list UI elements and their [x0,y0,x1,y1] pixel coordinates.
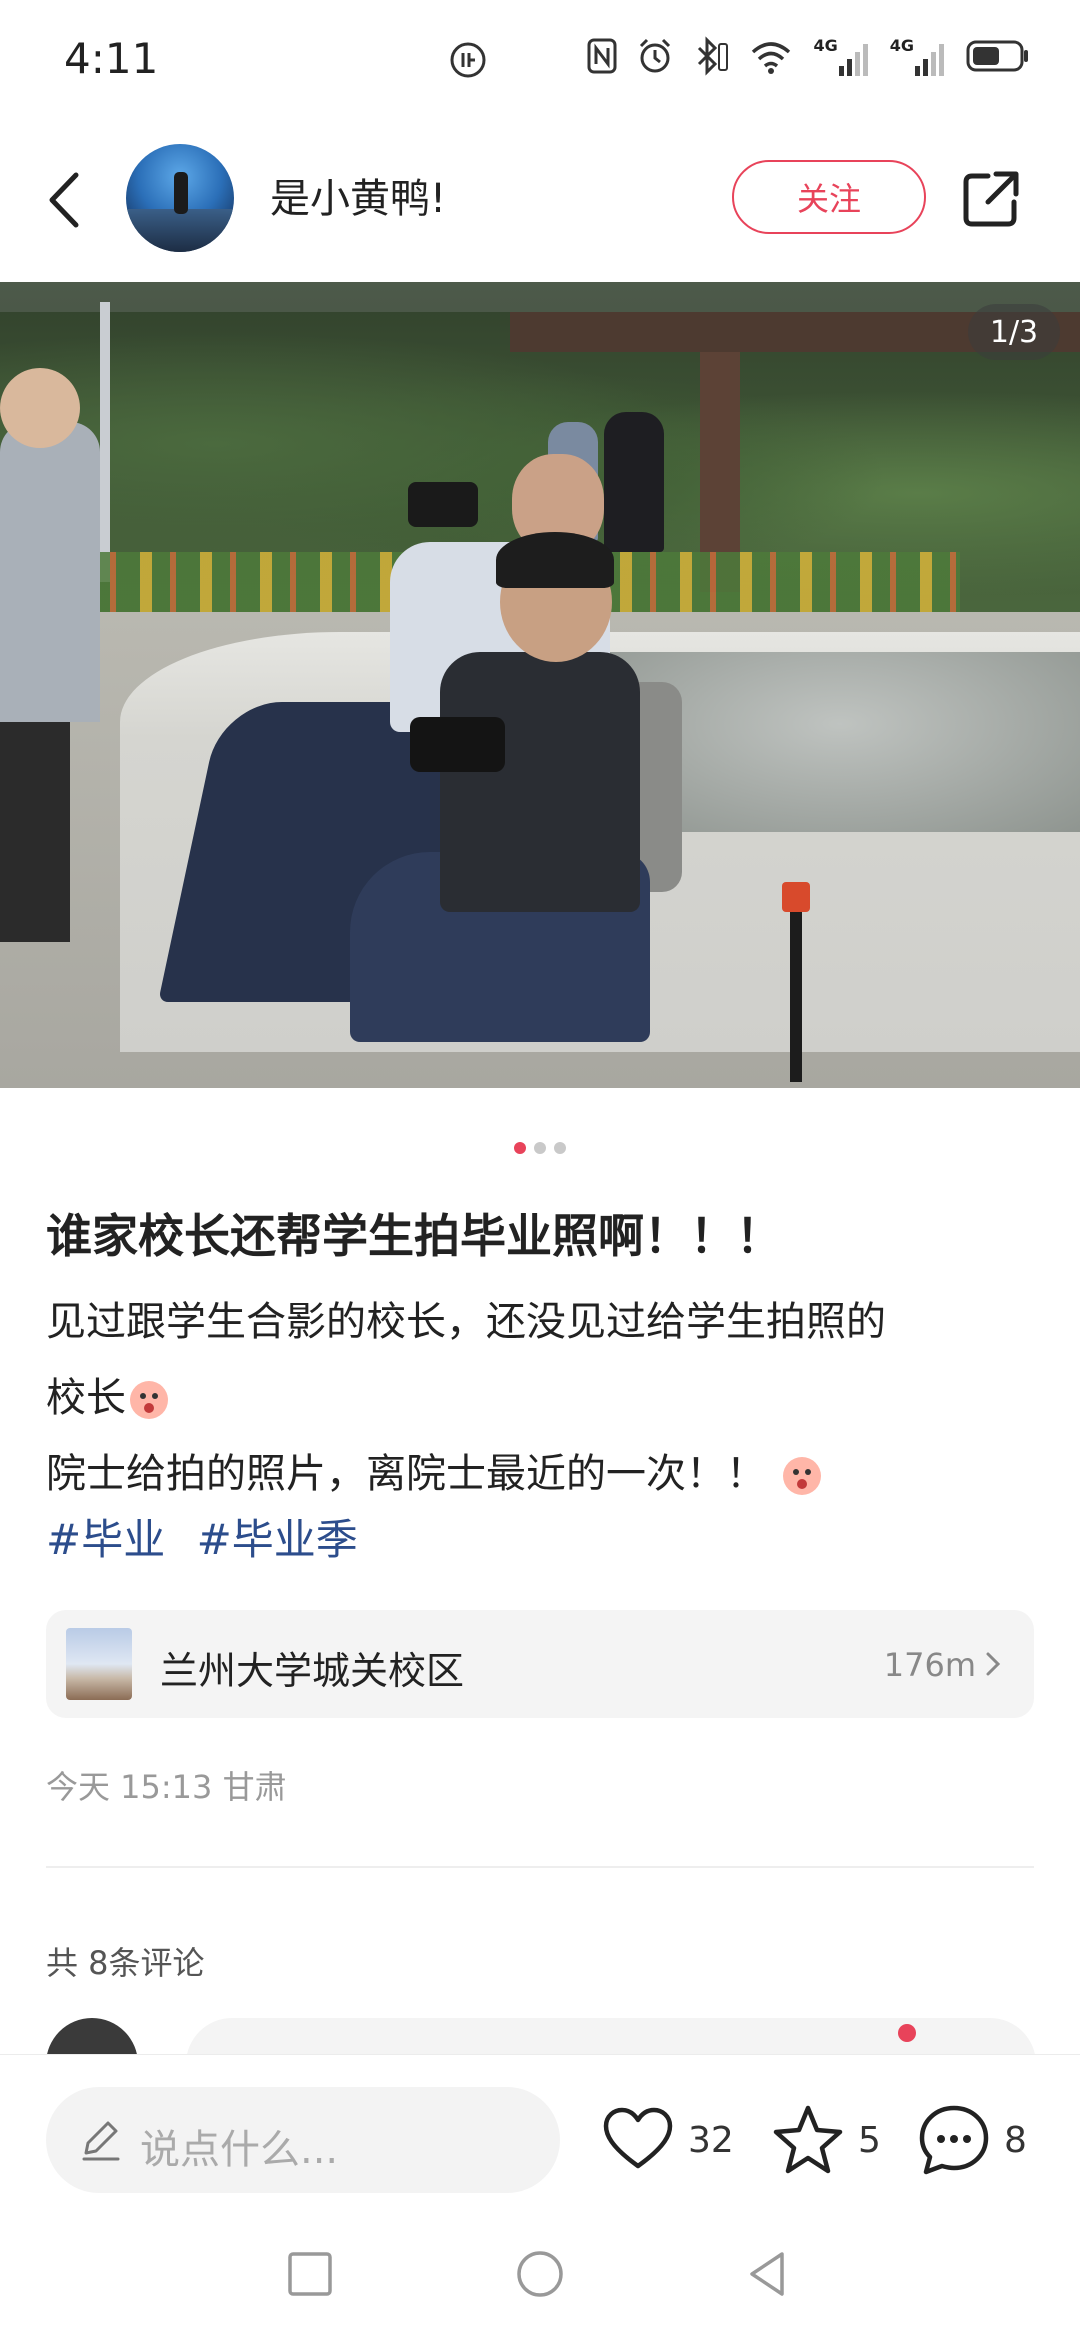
location-card[interactable]: 兰州大学城关校区 176m [46,1610,1034,1718]
hashtag-link[interactable]: #毕业季 [197,1515,358,1564]
carousel-indicator [0,1142,1080,1154]
comment-count-label: 共 8条评论 [46,1944,205,1982]
recent-apps-icon[interactable] [284,2248,336,2300]
pencil-icon [82,2121,120,2161]
bottom-action-bar: 说点什么... 32 5 8 [0,2054,1080,2204]
post-body-line: 见过跟学生合影的校长，还没见过给学生拍照的 [46,1299,886,1345]
location-distance: 176m [883,1646,976,1684]
system-nav-bar [0,2210,1080,2340]
location-name: 兰州大学城关校区 [160,1649,465,1693]
notification-dot [898,2024,916,2042]
signal-4g-icon: 4G [813,36,869,76]
status-icons: 4G 4G [587,36,1030,76]
user-avatar [46,2018,138,2054]
comment-bubble-icon [919,2105,989,2175]
status-bar: 4:11 4G 4G [0,0,1080,120]
post-tags: #毕业 #毕业季 [46,1506,376,1567]
nfc-icon [587,38,617,74]
post-body: 见过跟学生合影的校长，还没见过给学生拍照的 校长 院士给拍的照片，离院士最近的一… [46,1284,1036,1512]
bluetooth-icon [698,36,729,76]
comment-count: 8 [1004,2119,1027,2161]
back-button[interactable] [36,165,96,235]
comment-input[interactable]: 说点什么... [46,2087,560,2193]
signal-4g-icon: 4G [890,36,946,76]
follow-button[interactable]: 关注 [732,160,926,234]
like-count: 32 [688,2119,734,2161]
alarm-icon [640,38,671,73]
collect-count: 5 [858,2119,881,2161]
app-badge-icon [450,42,486,78]
heart-icon [603,2107,673,2169]
chevron-right-icon [986,1652,1001,1676]
surprised-emoji-icon [130,1381,168,1419]
post-body-line-with-emoji: 校长 [46,1360,1036,1436]
post-image-carousel[interactable]: 1/3 [0,282,1080,1088]
post-title: 谁家校长还帮学生拍毕业照啊！！！ [46,1209,782,1263]
author-avatar[interactable] [126,144,234,252]
divider [46,1866,1034,1868]
back-nav-icon[interactable] [742,2248,794,2300]
carousel-dot [514,1142,526,1154]
carousel-dot [534,1142,546,1154]
home-icon[interactable] [514,2248,566,2300]
share-icon[interactable] [960,168,1022,230]
comment-preview [46,2014,1036,2054]
image-counter: 1/3 [968,304,1060,360]
like-button[interactable]: 32 [600,2095,734,2185]
post-date-region: 今天 15:13 甘肃 [46,1768,287,1806]
status-time: 4:11 [64,34,159,83]
post-body-line-with-emoji: 院士给拍的照片，离院士最近的一次！！ [46,1436,1036,1512]
hashtag-link[interactable]: #毕业 [46,1515,165,1564]
star-icon [773,2105,843,2174]
surprised-emoji-icon [782,1457,821,1495]
wifi-icon [752,42,791,74]
author-header: 是小黄鸭! 关注 [0,130,1080,270]
battery-icon [966,40,1028,72]
comment-button[interactable]: 8 [916,2095,1027,2185]
carousel-dot [554,1142,566,1154]
comment-input-placeholder: 说点什么... [140,2127,339,2173]
collect-button[interactable]: 5 [770,2095,881,2185]
author-name[interactable]: 是小黄鸭! [270,166,446,224]
location-thumbnail [66,1628,132,1700]
